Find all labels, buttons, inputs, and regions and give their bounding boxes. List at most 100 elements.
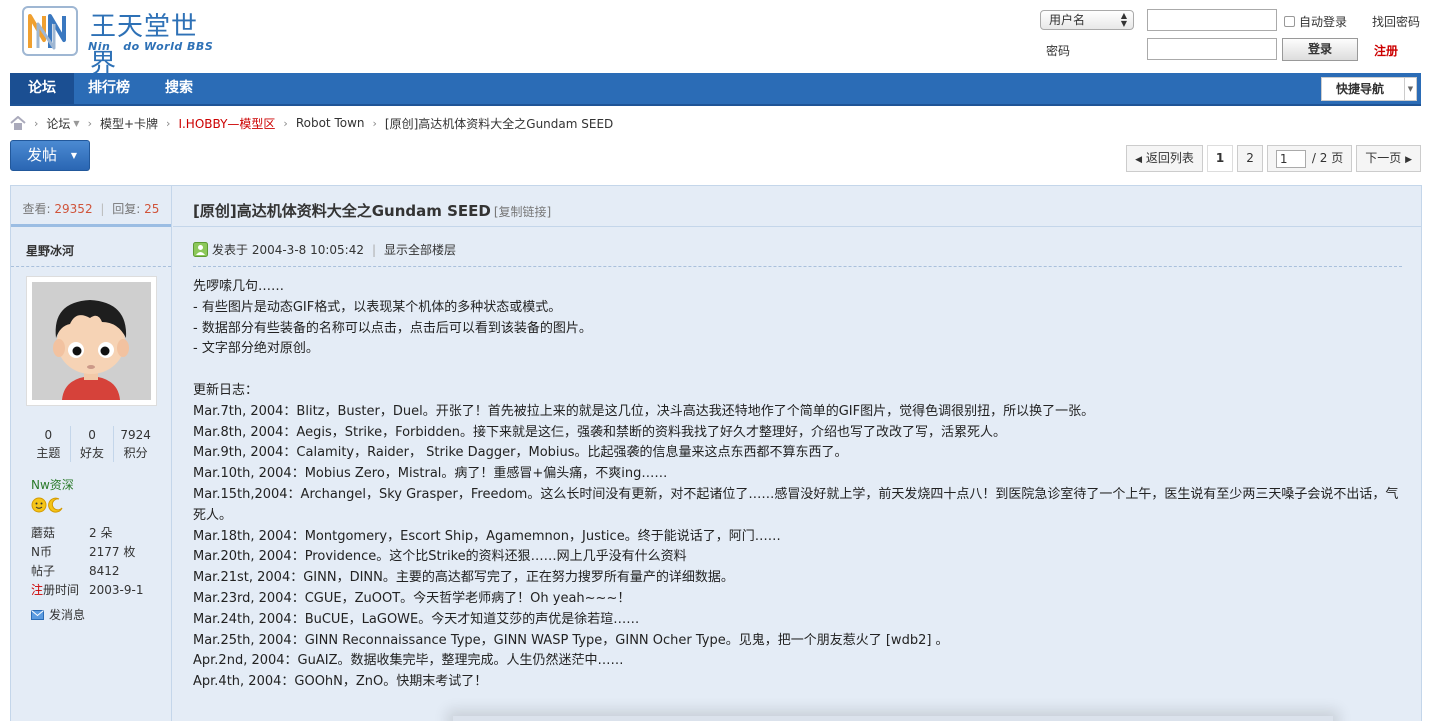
quick-nav-button[interactable]: 快捷导航 ▼ (1321, 77, 1417, 101)
info-value: 2003-9-1 (89, 583, 144, 597)
post-line: 更新日志： (193, 382, 259, 398)
author-sidebar: 查看: 29352 | 回复: 25 星野冰河 0 主题 0 好友 7924 积… (11, 186, 172, 721)
username-input[interactable] (1147, 9, 1277, 31)
stat-points[interactable]: 7924 积分 (113, 426, 157, 462)
nav-item-ranking[interactable]: 排行榜 (70, 73, 148, 104)
info-row: 蘑菇 2 朵 (31, 524, 143, 543)
caret-down-icon[interactable]: ▼ (73, 119, 79, 128)
stat-topics[interactable]: 0 主题 (27, 426, 70, 462)
post-line: Apr.4th, 2004：GOOhN，ZnO。快期末考试了！ (193, 674, 488, 690)
show-all-floors-link[interactable]: 显示全部楼层 (384, 241, 456, 258)
chevron-right-icon: ▶ (1405, 155, 1412, 165)
info-value: 2177 枚 (89, 545, 136, 559)
thread-stats: 查看: 29352 | 回复: 25 (11, 186, 171, 227)
page-1-button[interactable]: 1 (1206, 145, 1234, 172)
stat-label: 主题 (36, 446, 61, 460)
breadcrumb-separator: › (372, 116, 377, 130)
send-message-link[interactable]: 发消息 (31, 606, 85, 623)
post-main: [原创]高达机体资料大全之Gundam SEED [复制链接] 发表于 2004-… (173, 186, 1422, 721)
info-key-highlight: 注 (31, 583, 44, 597)
scroll-shadow (453, 716, 1333, 721)
username-select-label: 用户名 (1049, 13, 1086, 27)
next-page-button[interactable]: 下一页 ▶ (1356, 145, 1421, 172)
replies-label: 回复: (112, 202, 141, 216)
replies-count: 25 (144, 202, 160, 216)
nav-item-forum[interactable]: 论坛 (10, 73, 74, 104)
auto-login-checkbox[interactable]: 自动登录 (1284, 13, 1347, 30)
info-row: N币 2177 枚 (31, 543, 143, 562)
meta-divider: | (372, 242, 377, 257)
info-key-rest: 册时间 (43, 583, 80, 597)
new-post-button[interactable]: 发帖 ▼ (10, 140, 90, 171)
divider (193, 266, 1402, 267)
checkbox-icon[interactable] (1284, 16, 1295, 27)
caret-down-icon: ▼ (1404, 78, 1416, 100)
avatar[interactable] (26, 276, 157, 406)
breadcrumb-current-thread[interactable]: [原创]高达机体资料大全之Gundam SEED (385, 115, 613, 132)
pagination: ◀ 返回列表 1 2 1 / 2 页 下一页 ▶ (1126, 145, 1421, 172)
post-line: Apr.2nd, 2004：GuAIZ。数据收集完毕，整理完成。人生仍然迷茫中…… (193, 653, 624, 669)
author-name[interactable]: 星野冰河 (26, 242, 74, 259)
breadcrumb-separator: › (283, 116, 288, 130)
password-input[interactable] (1147, 38, 1277, 60)
auto-login-label: 自动登录 (1299, 15, 1348, 29)
site-logo[interactable]: 王天堂世界 Nin do World BBS (22, 6, 222, 79)
send-message-label: 发消息 (49, 608, 86, 622)
stat-value: 0 (44, 428, 53, 442)
info-key: 蘑菇 (31, 526, 56, 540)
copy-link[interactable]: [复制链接] (494, 205, 551, 219)
main-nav: 论坛 排行榜 搜索 快捷导航 ▼ (10, 73, 1421, 106)
thread-title: [原创]高达机体资料大全之Gundam SEED [复制链接] (193, 200, 551, 221)
page-2-button[interactable]: 2 (1237, 145, 1263, 172)
breadcrumb-forum[interactable]: 论坛 (46, 115, 70, 132)
post-line: Mar.8th, 2004：Aegis，Strike，Forbidden。接下来… (193, 424, 1007, 440)
post-line: - 数据部分有些装备的名称可以点击，点击后可以看到该装备的图片。 (193, 320, 592, 336)
breadcrumb-ihobby[interactable]: I.HOBBY—模型区 (178, 115, 275, 132)
post-line: - 文字部分绝对原创。 (193, 341, 319, 357)
stats-divider: | (100, 202, 105, 216)
login-panel: 用户名 ▲ ▼ 密码 自动登录 找回密码 登录 注册 (1040, 8, 1430, 64)
views-count: 29352 (54, 202, 93, 216)
register-link[interactable]: 注册 (1374, 42, 1398, 59)
password-label: 密码 (1046, 44, 1071, 58)
info-key: N币 (31, 545, 52, 559)
post-line: Mar.24th, 2004：BuCUE，LaGOWE。今天才知道艾莎的声优是徐… (193, 611, 640, 627)
post-line: Mar.20th, 2004：Providence。这个比Strike的资料还狠… (193, 549, 687, 565)
medals (31, 497, 64, 513)
stat-label: 好友 (80, 446, 105, 460)
logo-icon (22, 6, 78, 56)
forgot-password-link[interactable]: 找回密码 (1372, 13, 1420, 30)
nav-item-search[interactable]: 搜索 (147, 73, 211, 104)
divider (173, 226, 1422, 227)
moon-icon (48, 497, 63, 513)
breadcrumb-model-card[interactable]: 模型+卡牌 (100, 115, 158, 132)
username-type-select[interactable]: 用户名 ▲ ▼ (1040, 10, 1134, 30)
select-arrows-icon: ▲ ▼ (1120, 11, 1127, 28)
breadcrumb-separator: › (87, 116, 92, 130)
home-icon[interactable] (10, 115, 26, 130)
breadcrumb: › 论坛 ▼ › 模型+卡牌 › I.HOBBY—模型区 › Robot Tow… (10, 115, 613, 131)
login-button[interactable]: 登录 (1282, 38, 1358, 61)
stat-friends[interactable]: 0 好友 (69, 426, 114, 462)
page-jump-input[interactable]: 1 (1275, 149, 1306, 168)
caret-down-icon: ▼ (70, 151, 77, 160)
stat-label: 积分 (123, 446, 148, 460)
sun-face-icon (31, 497, 47, 513)
post-line: Mar.15th,2004：Archangel，Sky Grasper，Free… (193, 486, 1399, 523)
post-line: Mar.9th, 2004：Calamity，Raider， Strike Da… (193, 445, 848, 461)
post-line (193, 360, 1403, 381)
thread-title-text: [原创]高达机体资料大全之Gundam SEED (193, 202, 491, 220)
info-row: 帖子 8412 (31, 562, 143, 581)
post-line: Mar.7th, 2004：Blitz，Buster，Duel。开张了！首先被拉… (193, 403, 1095, 419)
thread-post: 查看: 29352 | 回复: 25 星野冰河 0 主题 0 好友 7924 积… (10, 185, 1422, 721)
info-value: 2 朵 (89, 526, 113, 540)
stat-value: 7924 (120, 428, 151, 442)
author-stats: 0 主题 0 好友 7924 积分 (27, 426, 157, 462)
user-group[interactable]: Nw资深 (31, 476, 74, 493)
info-key: 帖子 (31, 564, 56, 578)
back-to-list-button[interactable]: ◀ 返回列表 (1126, 145, 1203, 172)
page-jump: 1 / 2 页 (1266, 145, 1353, 172)
breadcrumb-robot-town[interactable]: Robot Town (296, 116, 365, 130)
post-meta: 发表于 2004-3-8 10:05:42 | 显示全部楼层 (193, 241, 456, 258)
views-label: 查看: (22, 202, 51, 216)
